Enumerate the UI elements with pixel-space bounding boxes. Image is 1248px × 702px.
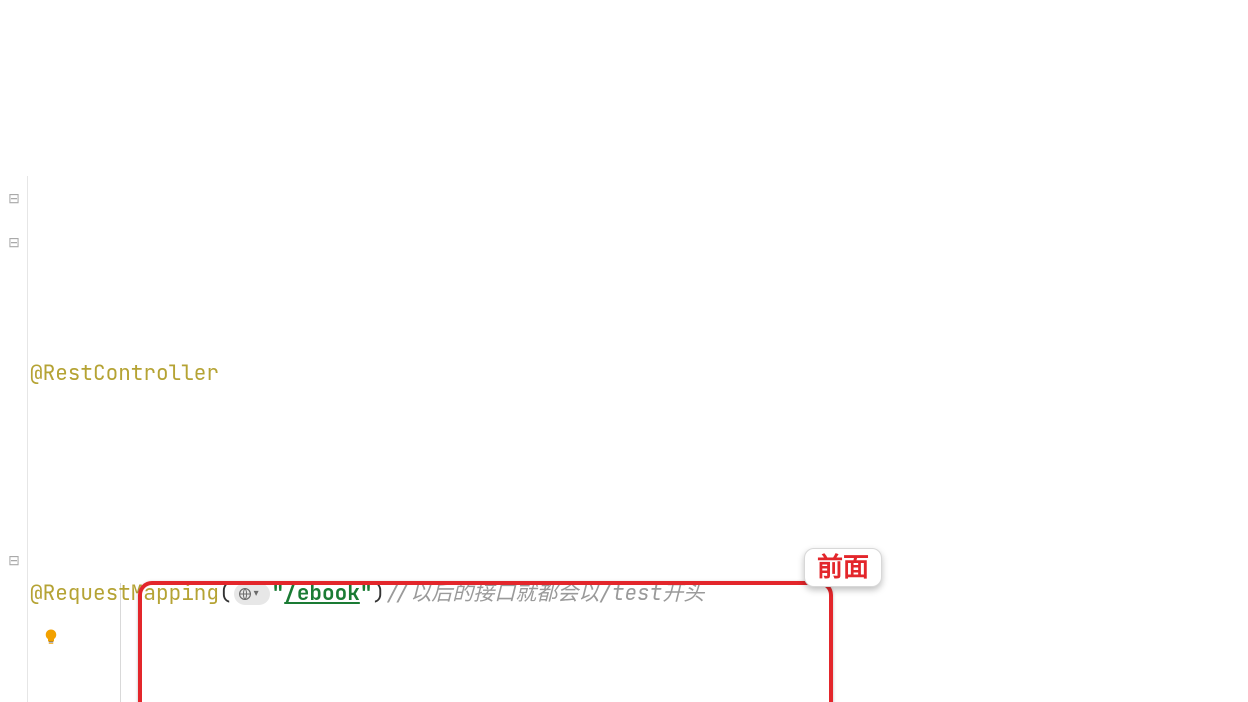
code-line[interactable]: @RestController bbox=[28, 352, 1248, 396]
string-quote: " bbox=[272, 580, 285, 607]
paren: ) bbox=[372, 580, 385, 607]
url-path[interactable]: /ebook bbox=[284, 580, 360, 607]
globe-icon[interactable]: ▾ bbox=[234, 583, 270, 605]
fold-toggle-icon[interactable] bbox=[5, 189, 23, 207]
code-line[interactable]: @RequestMapping(▾"/ebook")//以后的接口就都会以/te… bbox=[28, 572, 1248, 616]
code-area[interactable]: @RestController @RequestMapping(▾"/ebook… bbox=[28, 176, 1248, 702]
string-quote: " bbox=[360, 580, 373, 607]
label-front: 前面 bbox=[804, 548, 882, 587]
gutter bbox=[0, 176, 28, 702]
comment: //以后的接口就都会以/test开头 bbox=[385, 580, 704, 607]
fold-toggle-icon[interactable] bbox=[5, 551, 23, 569]
annotation: @RestController bbox=[30, 360, 219, 387]
fold-toggle-icon[interactable] bbox=[5, 233, 23, 251]
code-editor[interactable]: @RestController @RequestMapping(▾"/ebook… bbox=[0, 176, 1248, 702]
paren: ( bbox=[219, 580, 232, 607]
annotation: @RequestMapping bbox=[30, 580, 219, 607]
